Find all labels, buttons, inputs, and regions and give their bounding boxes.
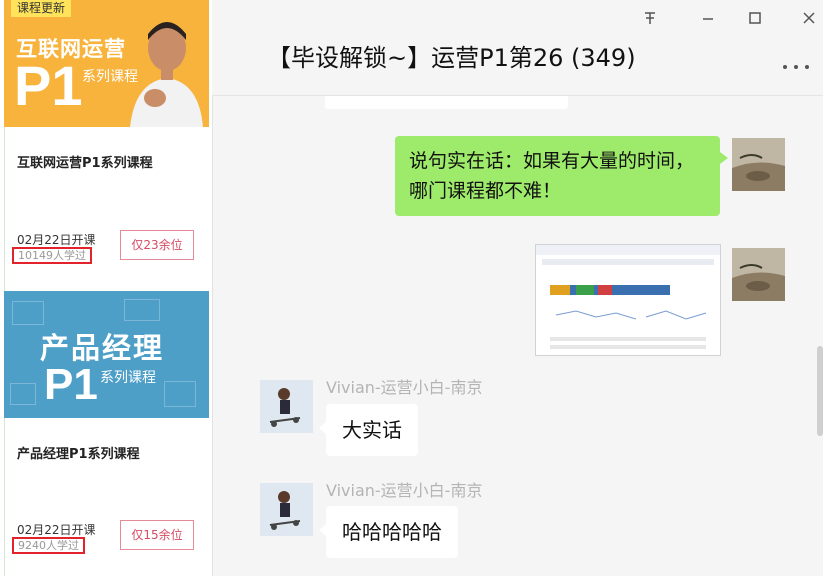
previous-message-bubble[interactable] xyxy=(325,96,568,109)
minimize-icon[interactable] xyxy=(698,10,718,30)
instructor-photo-icon xyxy=(130,22,203,127)
learned-count: 9240人学过 xyxy=(12,537,85,554)
course-banner-operations[interactable]: 课程更新 互联网运营 P1 系列课程 xyxy=(4,0,209,127)
message-list[interactable]: 说句实在话：如果有大量的时间，哪门课程都不难！ Vivian-运营小白-南京 大… xyxy=(212,96,823,576)
banner-decoration xyxy=(124,299,160,321)
course-title[interactable]: 互联网运营P1系列课程 xyxy=(17,152,153,171)
screenshot-image-message[interactable] xyxy=(535,244,721,356)
more-icon xyxy=(783,65,809,69)
other-message-bubble[interactable]: 哈哈哈哈哈 xyxy=(319,506,458,558)
chat-header: 【毕设解锁~】运营P1第26 (349) xyxy=(212,0,823,96)
banner-subtitle: 系列课程 xyxy=(100,370,156,386)
pin-icon[interactable] xyxy=(640,10,660,30)
banner-decoration xyxy=(10,383,36,405)
course-title[interactable]: 产品经理P1系列课程 xyxy=(17,443,140,462)
chat-scrollbar[interactable] xyxy=(817,346,823,436)
course-date: 02月22日开课 xyxy=(17,523,96,537)
seats-button[interactable]: 仅23余位 xyxy=(120,230,194,260)
course-banner-pm[interactable]: 产品经理 P1 系列课程 xyxy=(4,291,209,418)
other-message-bubble[interactable]: 大实话 xyxy=(319,404,418,456)
vivian-avatar[interactable] xyxy=(260,483,313,536)
desert-avatar-icon xyxy=(732,248,785,301)
banner-decoration xyxy=(12,301,44,325)
course-card-pm[interactable]: 产品经理 P1 系列课程 产品经理P1系列课程 02月22日开课 9240人学过… xyxy=(4,291,209,576)
cartoon-girl-avatar-icon xyxy=(260,483,313,536)
cartoon-girl-avatar-icon xyxy=(260,380,313,433)
vivian-avatar[interactable] xyxy=(260,380,313,433)
banner-p1: P1 xyxy=(44,360,98,409)
course-date: 02月22日开课 xyxy=(17,233,96,247)
self-message-bubble[interactable]: 说句实在话：如果有大量的时间，哪门课程都不难！ xyxy=(395,136,728,216)
self-avatar[interactable] xyxy=(732,248,785,301)
screenshot-thumbnail xyxy=(536,245,720,349)
update-tag: 课程更新 xyxy=(11,0,72,17)
learned-count: 10149人学过 xyxy=(12,247,92,264)
maximize-icon[interactable] xyxy=(745,10,765,30)
more-options-button[interactable] xyxy=(781,52,811,77)
seats-button[interactable]: 仅15余位 xyxy=(120,520,194,550)
sender-name: Vivian-运营小白-南京 xyxy=(326,378,483,397)
course-card-operations[interactable]: 课程更新 互联网运营 P1 系列课程 互联网运营P1系列课程 02月22日开课 … xyxy=(4,0,209,290)
banner-p1: P1 xyxy=(14,54,83,117)
desert-avatar-icon xyxy=(732,138,785,191)
banner-decoration xyxy=(164,381,196,407)
sender-name: Vivian-运营小白-南京 xyxy=(326,481,483,500)
self-avatar[interactable] xyxy=(732,138,785,191)
chat-title: 【毕设解锁~】运营P1第26 (349) xyxy=(267,44,636,72)
close-icon[interactable] xyxy=(799,10,819,30)
course-panel: 课程更新 互联网运营 P1 系列课程 互联网运营P1系列课程 02月22日开课 … xyxy=(0,0,213,576)
